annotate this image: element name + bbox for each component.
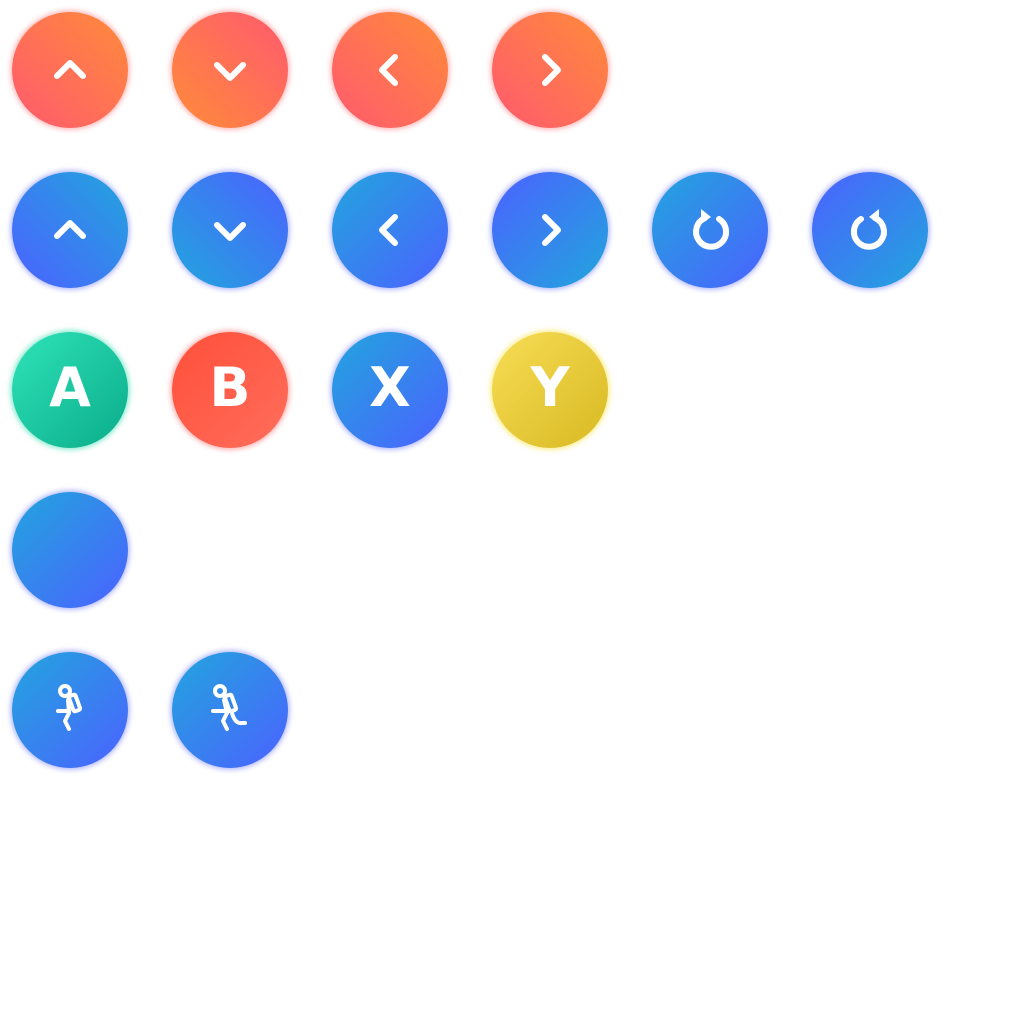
x-button-label: X — [369, 356, 411, 419]
rotate-ccw-icon — [693, 209, 730, 250]
b-button[interactable]: B — [172, 332, 288, 448]
hiker-walk-icon — [56, 684, 83, 731]
chevron-down-icon — [214, 222, 246, 241]
y-button-label: Y — [530, 356, 570, 419]
blue-left-button[interactable] — [332, 172, 448, 288]
rotate-right-button[interactable] — [812, 172, 928, 288]
walk-button[interactable] — [12, 652, 128, 768]
rotate-cw-icon — [850, 209, 887, 250]
rotate-left-button[interactable] — [652, 172, 768, 288]
chevron-up-icon — [54, 60, 86, 79]
orange-right-button[interactable] — [492, 12, 608, 128]
chevron-right-icon — [542, 214, 561, 246]
x-button[interactable]: X — [332, 332, 448, 448]
b-button-label: B — [209, 356, 251, 419]
blue-down-button[interactable] — [172, 172, 288, 288]
controller-button-sheet: A B X Y — [0, 0, 1024, 1024]
chevron-up-icon — [54, 220, 86, 239]
chevron-right-icon — [542, 54, 561, 86]
orange-down-button[interactable] — [172, 12, 288, 128]
run-button[interactable] — [172, 652, 288, 768]
a-button[interactable]: A — [12, 332, 128, 448]
orange-left-button[interactable] — [332, 12, 448, 128]
blank-button[interactable] — [12, 492, 128, 608]
chevron-down-icon — [214, 62, 246, 81]
blue-right-button[interactable] — [492, 172, 608, 288]
hiker-run-icon — [211, 684, 247, 731]
orange-up-button[interactable] — [12, 12, 128, 128]
chevron-left-icon — [379, 54, 398, 86]
a-button-label: A — [49, 356, 91, 419]
blue-up-button[interactable] — [12, 172, 128, 288]
y-button[interactable]: Y — [492, 332, 608, 448]
chevron-left-icon — [379, 214, 398, 246]
